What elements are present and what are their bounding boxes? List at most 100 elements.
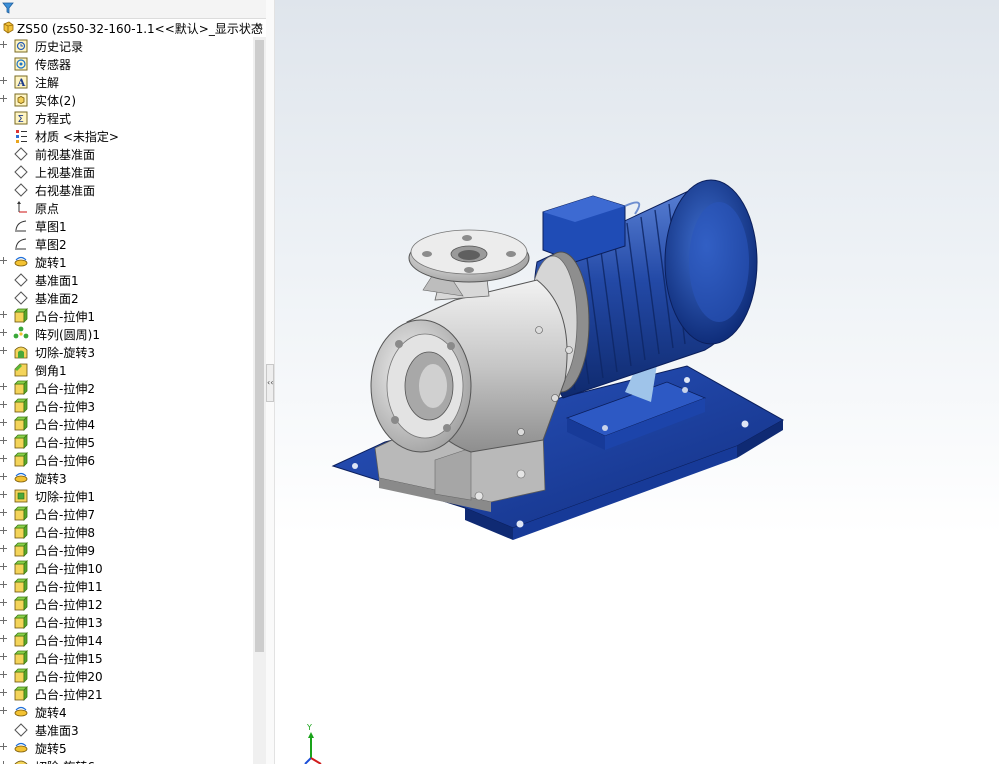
tree-item-label: 凸台-拉伸6: [35, 454, 95, 468]
tree-item[interactable]: 凸台-拉伸8: [0, 523, 252, 541]
expand-icon[interactable]: [0, 563, 8, 571]
svg-text:A: A: [17, 78, 26, 89]
graphics-viewport[interactable]: Y: [275, 0, 999, 764]
expand-icon[interactable]: [0, 437, 8, 445]
extrude-icon: [13, 596, 29, 612]
tree-item[interactable]: 凸台-拉伸1: [0, 307, 252, 325]
tree-item[interactable]: 切除-拉伸1: [0, 487, 252, 505]
tree-scrollbar-thumb[interactable]: [255, 40, 264, 652]
revolve-icon: [13, 740, 29, 756]
tree-item[interactable]: 凸台-拉伸14: [0, 631, 252, 649]
tree-item[interactable]: 凸台-拉伸3: [0, 397, 252, 415]
tree-item[interactable]: 上视基准面: [0, 163, 252, 181]
tree-item[interactable]: 凸台-拉伸4: [0, 415, 252, 433]
tree-item-label: 凸台-拉伸15: [35, 652, 103, 666]
expand-icon[interactable]: [0, 401, 8, 409]
expand-icon[interactable]: [0, 347, 8, 355]
tree-item[interactable]: 基准面2: [0, 289, 252, 307]
feature-manager-tree: ZS50 (zs50-32-160-1.1<<默认>_显示状态 ∧ 历史记录 传感…: [0, 0, 267, 764]
tree-item-label: 凸台-拉伸4: [35, 418, 95, 432]
expand-icon[interactable]: [0, 41, 8, 49]
tree-item-label: 凸台-拉伸13: [35, 616, 103, 630]
tree-item[interactable]: 旋转3: [0, 469, 252, 487]
tree-item[interactable]: 传感器: [0, 55, 252, 73]
collapse-panel-icon[interactable]: ‹‹: [266, 364, 274, 402]
tree-item[interactable]: 旋转4: [0, 703, 252, 721]
extrude-icon: [13, 380, 29, 396]
tree-item[interactable]: 凸台-拉伸15: [0, 649, 252, 667]
tree-item[interactable]: 旋转1: [0, 253, 252, 271]
expand-icon[interactable]: [0, 743, 8, 751]
tree-item[interactable]: 右视基准面: [0, 181, 252, 199]
tree-item-label: 凸台-拉伸7: [35, 508, 95, 522]
tree-item-label: 切除-旋转6: [35, 758, 95, 764]
expand-icon[interactable]: [0, 329, 8, 337]
tree-item[interactable]: 凸台-拉伸13: [0, 613, 252, 631]
tree-item[interactable]: 凸台-拉伸5: [0, 433, 252, 451]
expand-icon[interactable]: [0, 581, 8, 589]
expand-icon[interactable]: [0, 671, 8, 679]
expand-icon[interactable]: [0, 311, 8, 319]
tree-item[interactable]: 基准面1: [0, 271, 252, 289]
revolve-icon: [13, 254, 29, 270]
pump-model[interactable]: Y: [275, 0, 999, 764]
tree-item[interactable]: 倒角1: [0, 361, 252, 379]
tree-item[interactable]: 凸台-拉伸7: [0, 505, 252, 523]
expand-icon[interactable]: [0, 95, 8, 103]
tree-item[interactable]: A 注解: [0, 73, 252, 91]
expand-icon[interactable]: [0, 257, 8, 265]
tree-item[interactable]: 凸台-拉伸11: [0, 577, 252, 595]
tree-item-label: 倒角1: [35, 364, 67, 378]
extrude-icon: [13, 398, 29, 414]
tree-item[interactable]: 草图2: [0, 235, 252, 253]
expand-icon[interactable]: [0, 419, 8, 427]
tree-item[interactable]: 凸台-拉伸21: [0, 685, 252, 703]
tree-item-label: 切除-拉伸1: [35, 490, 95, 504]
expand-icon[interactable]: [0, 689, 8, 697]
expand-icon[interactable]: [0, 77, 8, 85]
tree-item[interactable]: 切除-旋转6: [0, 757, 252, 764]
expand-icon[interactable]: [0, 617, 8, 625]
tree-root-part[interactable]: ZS50 (zs50-32-160-1.1<<默认>_显示状态: [0, 19, 266, 37]
annotation-icon: A: [13, 74, 29, 90]
tree-item[interactable]: 材质 <未指定>: [0, 127, 252, 145]
extrude-icon: [13, 578, 29, 594]
tree-item-label: 旋转4: [35, 706, 67, 720]
tree-item[interactable]: 切除-旋转3: [0, 343, 252, 361]
tree-item[interactable]: 旋转5: [0, 739, 252, 757]
tree-item[interactable]: 原点: [0, 199, 252, 217]
tree-item[interactable]: 凸台-拉伸2: [0, 379, 252, 397]
plane-icon: [13, 164, 29, 180]
tree-item[interactable]: 基准面3: [0, 721, 252, 739]
expand-icon[interactable]: [0, 545, 8, 553]
expand-icon[interactable]: [0, 491, 8, 499]
expand-icon[interactable]: [0, 383, 8, 391]
tree-item[interactable]: 前视基准面: [0, 145, 252, 163]
tree-item[interactable]: 凸台-拉伸9: [0, 541, 252, 559]
tree-item-label: 旋转5: [35, 742, 67, 756]
tree-item[interactable]: 草图1: [0, 217, 252, 235]
origin-icon: [13, 200, 29, 216]
expand-icon[interactable]: [0, 527, 8, 535]
tree-item[interactable]: 凸台-拉伸6: [0, 451, 252, 469]
expand-icon[interactable]: [0, 455, 8, 463]
expand-icon[interactable]: [0, 509, 8, 517]
equation-icon: Σ: [13, 110, 29, 126]
tree-item[interactable]: Σ 方程式: [0, 109, 252, 127]
tree-item-label: 草图1: [35, 220, 67, 234]
tree-item-label: 实体(2): [35, 94, 76, 108]
expand-icon[interactable]: [0, 635, 8, 643]
tree-item[interactable]: 阵列(圆周)1: [0, 325, 252, 343]
tree-item[interactable]: 历史记录: [0, 37, 252, 55]
expand-icon[interactable]: [0, 599, 8, 607]
expand-icon[interactable]: [0, 653, 8, 661]
filter-icon[interactable]: [2, 2, 14, 14]
tree-item[interactable]: 实体(2): [0, 91, 252, 109]
expand-icon[interactable]: [0, 473, 8, 481]
tree-item[interactable]: 凸台-拉伸20: [0, 667, 252, 685]
tree-item[interactable]: 凸台-拉伸12: [0, 595, 252, 613]
expand-icon[interactable]: [0, 707, 8, 715]
cut-revolve-icon: [13, 344, 29, 360]
collapse-tree-icon[interactable]: ∧: [255, 22, 265, 32]
tree-item[interactable]: 凸台-拉伸10: [0, 559, 252, 577]
